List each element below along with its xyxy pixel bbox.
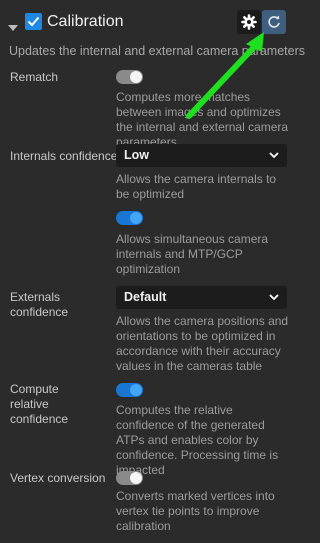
internals-confidence-label: Internals confidence — [10, 149, 118, 163]
refresh-icon — [268, 15, 280, 28]
section-subtitle: Updates the internal and external camera… — [9, 44, 305, 58]
rematch-description: Computes more matches between images and… — [116, 90, 289, 149]
compute-relative-confidence-description: Computes the relative confidence of the … — [116, 403, 279, 477]
vertex-conversion-toggle[interactable] — [116, 471, 143, 485]
refresh-button[interactable] — [262, 10, 286, 34]
simultaneous-optimization-toggle[interactable] — [116, 211, 143, 225]
externals-confidence-select[interactable]: Default — [116, 286, 287, 309]
rematch-toggle[interactable] — [116, 70, 143, 84]
chevron-down-icon — [269, 294, 279, 301]
gear-icon — [241, 14, 257, 30]
collapse-triangle-icon[interactable] — [8, 19, 18, 37]
compute-relative-confidence-label: Compute relative confidence — [10, 382, 69, 426]
internals-confidence-select[interactable]: Low — [116, 144, 287, 167]
externals-confidence-value: Default — [124, 290, 167, 304]
calibration-checkbox[interactable] — [25, 13, 42, 30]
vertex-conversion-description: Converts marked vertices into vertex tie… — [116, 489, 275, 533]
externals-confidence-description: Allows the camera positions and orientat… — [116, 314, 289, 373]
section-title: Calibration — [47, 13, 124, 30]
internals-confidence-description: Allows the camera internals to be optimi… — [116, 172, 277, 201]
externals-confidence-label: Externals confidence — [10, 290, 69, 319]
simultaneous-optimization-description: Allows simultaneous camera internals and… — [116, 232, 269, 276]
settings-button[interactable] — [237, 10, 261, 34]
calibration-header: Calibration — [0, 8, 298, 40]
vertex-conversion-label: Vertex conversion — [10, 471, 106, 485]
chevron-down-icon — [269, 152, 279, 159]
internals-confidence-value: Low — [124, 148, 149, 162]
rematch-label: Rematch — [10, 70, 59, 84]
compute-relative-confidence-toggle[interactable] — [116, 383, 143, 397]
